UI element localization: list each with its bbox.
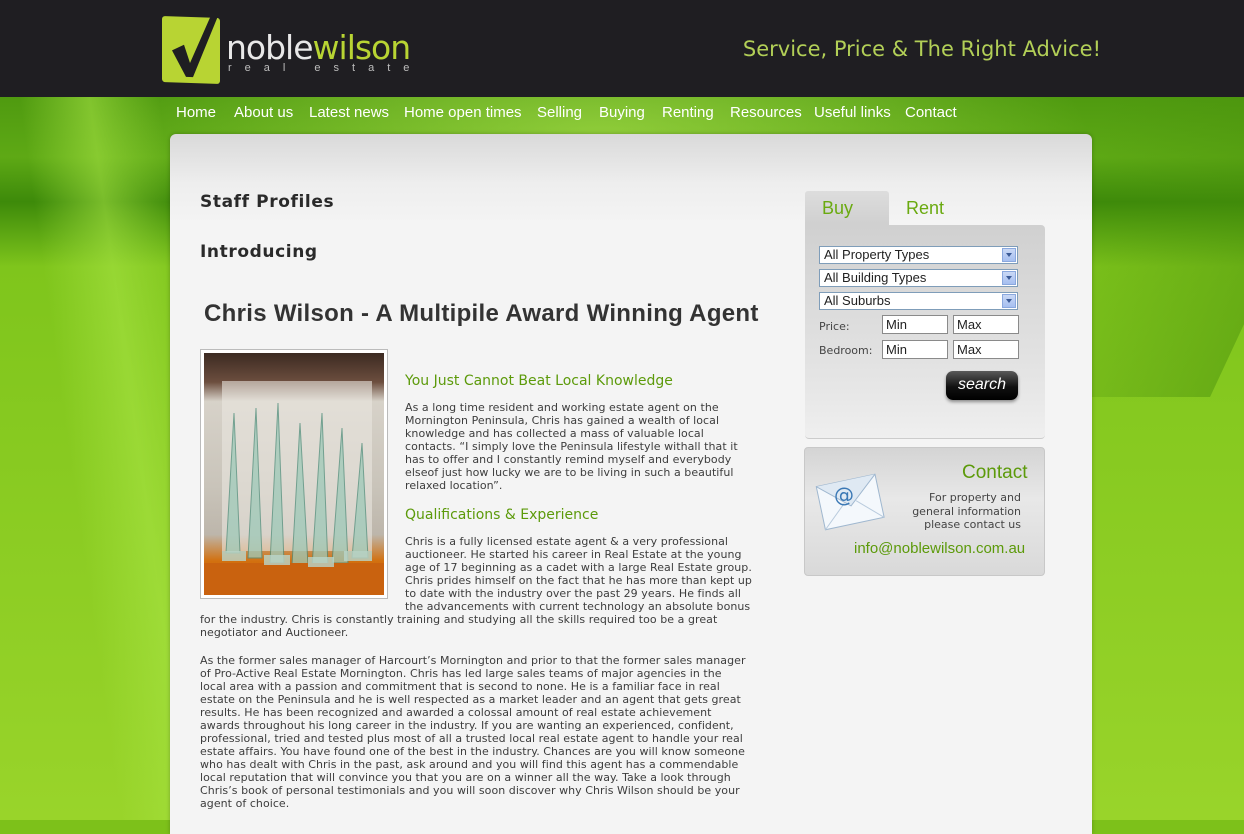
nav-about-us[interactable]: About us [234, 103, 293, 123]
nav-home[interactable]: Home [176, 103, 216, 123]
checkmark-icon [162, 15, 220, 85]
site-header: noblewilson real estate Service, Price &… [0, 0, 1244, 97]
awards-image [204, 353, 384, 595]
suburb-select[interactable]: All Suburbs [819, 292, 1018, 310]
logo-subtitle: real estate [228, 62, 423, 74]
bedroom-min-input[interactable]: Min [882, 340, 948, 359]
profile-title: Chris Wilson - A Multipile Award Winning… [204, 300, 759, 327]
page-heading: Staff Profiles [200, 192, 335, 212]
sales-manager-text: As the former sales manager of Harcourt’… [200, 654, 746, 810]
site-tagline: Service, Price & The Right Advice! [742, 37, 1101, 61]
section-title-qualifications: Qualifications & Experience [405, 507, 599, 523]
tab-rent[interactable]: Rent [906, 198, 944, 219]
nav-resources[interactable]: Resources [730, 103, 802, 123]
nav-contact[interactable]: Contact [905, 103, 957, 123]
site-logo[interactable]: noblewilson real estate [162, 15, 412, 87]
price-label: Price: [819, 320, 850, 333]
local-knowledge-text: As a long time resident and working esta… [405, 401, 738, 492]
section-title-local-knowledge: You Just Cannot Beat Local Knowledge [405, 373, 673, 389]
svg-text:@: @ [834, 483, 854, 507]
section-heading: Introducing [200, 242, 318, 262]
tab-buy-label[interactable]: Buy [822, 198, 853, 219]
search-button[interactable]: search [946, 371, 1018, 400]
chevron-down-icon[interactable] [1002, 248, 1016, 262]
chevron-down-icon[interactable] [1002, 271, 1016, 285]
building-type-select[interactable]: All Building Types [819, 269, 1018, 287]
nav-buying[interactable]: Buying [599, 103, 645, 123]
nav-useful-links[interactable]: Useful links [814, 103, 891, 123]
nav-latest-news[interactable]: Latest news [309, 103, 389, 123]
contact-text: For property and general information ple… [912, 491, 1021, 531]
price-min-input[interactable]: Min [882, 315, 948, 334]
bedroom-max-input[interactable]: Max [953, 340, 1019, 359]
qualifications-text: Chris is a fully licensed estate agent &… [405, 535, 752, 613]
contact-email-link[interactable]: info@noblewilson.com.au [854, 540, 1025, 557]
contact-title: Contact [962, 462, 1028, 483]
awards-photo [200, 349, 388, 599]
nav-renting[interactable]: Renting [662, 103, 714, 123]
nav-selling[interactable]: Selling [537, 103, 582, 123]
qualifications-text-continued: for the industry. Chris is constantly tr… [200, 613, 718, 639]
bedroom-label: Bedroom: [819, 344, 873, 357]
logo-wordmark: noblewilson [226, 28, 411, 67]
price-max-input[interactable]: Max [953, 315, 1019, 334]
chevron-down-icon[interactable] [1002, 294, 1016, 308]
property-type-select[interactable]: All Property Types [819, 246, 1018, 264]
email-envelope-icon: @ [814, 466, 886, 540]
nav-home-open-times[interactable]: Home open times [404, 103, 522, 123]
